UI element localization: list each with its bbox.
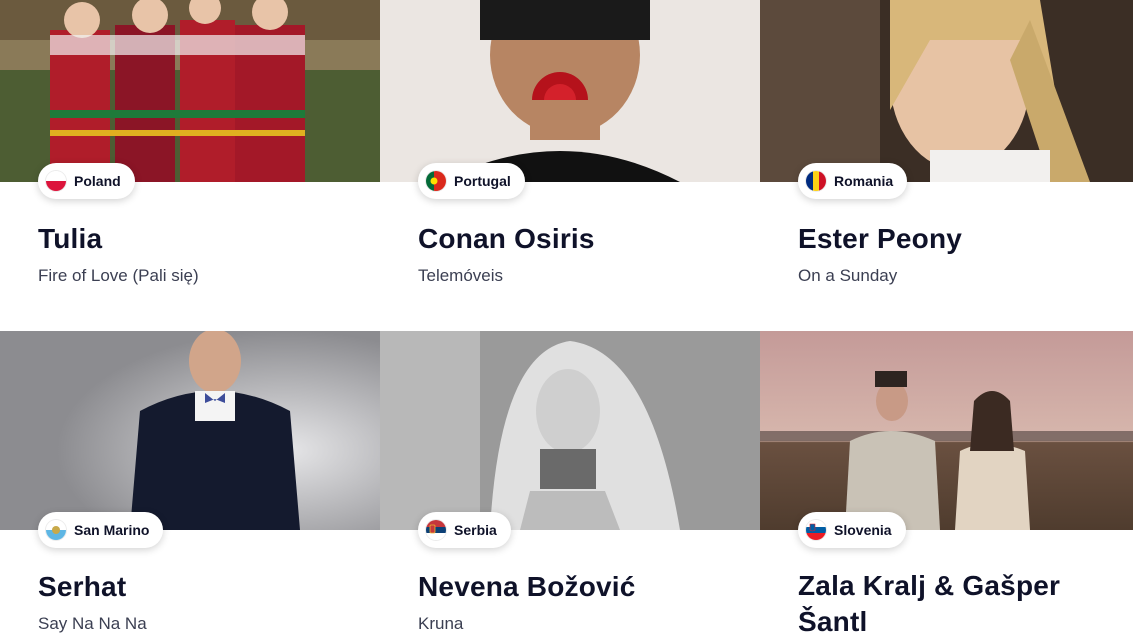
portugal-flag-icon bbox=[426, 171, 446, 191]
country-name: San Marino bbox=[74, 522, 150, 538]
country-name: Poland bbox=[74, 173, 121, 189]
slovenia-flag-icon bbox=[806, 520, 826, 540]
artist-name[interactable]: Conan Osiris bbox=[418, 221, 738, 257]
entry-card-poland[interactable]: Poland Tulia Fire of Love (Pali się) bbox=[0, 0, 380, 330]
san-marino-flag-icon bbox=[46, 520, 66, 540]
country-badge: Poland bbox=[38, 163, 135, 199]
entry-card-romania[interactable]: Romania Ester Peony On a Sunday bbox=[760, 0, 1133, 330]
entry-card-serbia[interactable]: Serbia Nevena Božović Kruna bbox=[380, 331, 760, 637]
country-name: Portugal bbox=[454, 173, 511, 189]
artist-photo bbox=[0, 331, 380, 530]
artist-name[interactable]: Serhat bbox=[38, 569, 358, 605]
country-badge: Romania bbox=[798, 163, 908, 199]
romania-flag-icon bbox=[806, 171, 826, 191]
country-badge: Serbia bbox=[418, 512, 511, 548]
song-title: Kruna bbox=[418, 614, 464, 633]
country-name: Serbia bbox=[454, 522, 497, 538]
song-title: Say Na Na Na bbox=[38, 614, 147, 633]
country-name: Slovenia bbox=[834, 522, 892, 538]
country-badge: San Marino bbox=[38, 512, 164, 548]
artist-photo bbox=[380, 331, 760, 530]
song-title: On a Sunday bbox=[798, 266, 898, 285]
song-title: Telemóveis bbox=[418, 266, 504, 285]
entries-grid: Poland Tulia Fire of Love (Pali się) Por… bbox=[0, 0, 1133, 637]
artist-photo bbox=[0, 0, 380, 182]
entry-card-portugal[interactable]: Portugal Conan Osiris Telemóveis bbox=[380, 0, 760, 330]
artist-photo bbox=[380, 0, 760, 182]
artist-photo bbox=[760, 331, 1133, 530]
artist-name[interactable]: Zala Kralj & Gašper Šantl bbox=[798, 568, 1098, 637]
song-title: Fire of Love (Pali się) bbox=[38, 266, 199, 285]
artist-name[interactable]: Nevena Božović bbox=[418, 569, 738, 605]
artist-name[interactable]: Tulia bbox=[38, 221, 358, 257]
entry-card-san-marino[interactable]: San Marino Serhat Say Na Na Na bbox=[0, 331, 380, 637]
country-badge: Slovenia bbox=[798, 512, 906, 548]
country-name: Romania bbox=[834, 173, 894, 189]
serbia-flag-icon bbox=[426, 520, 446, 540]
artist-photo bbox=[760, 0, 1133, 182]
country-badge: Portugal bbox=[418, 163, 525, 199]
artist-name[interactable]: Ester Peony bbox=[798, 221, 1118, 257]
entry-card-slovenia[interactable]: Slovenia Zala Kralj & Gašper Šantl bbox=[760, 331, 1133, 637]
poland-flag-icon bbox=[46, 171, 66, 191]
